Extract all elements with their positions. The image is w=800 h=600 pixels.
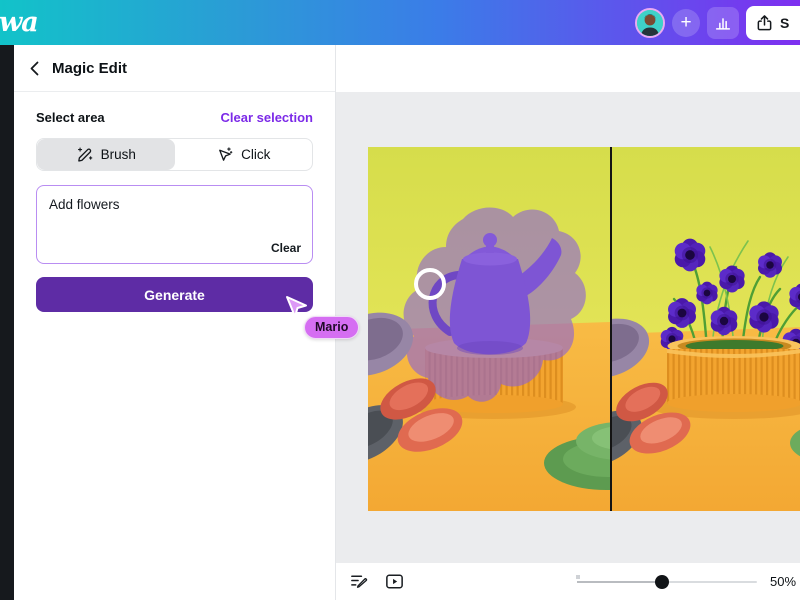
topbar-actions: + S	[635, 6, 800, 40]
zoom-slider-thumb[interactable]	[655, 575, 669, 589]
notes-icon	[349, 571, 370, 592]
top-navbar: wa +	[0, 0, 800, 45]
magic-edit-panel: Magic Edit Select area Clear selection B…	[14, 45, 336, 600]
selection-tool-toggle: Brush Click	[36, 138, 313, 171]
add-collaborator-button[interactable]: +	[672, 9, 700, 37]
back-chevron-icon[interactable]	[30, 61, 39, 76]
after-image-flowers[interactable]	[612, 147, 800, 511]
select-area-row: Select area Clear selection	[36, 110, 313, 125]
prompt-input[interactable]: Add flowers	[37, 186, 312, 238]
panel-body: Select area Clear selection Brush	[14, 92, 335, 312]
zoom-slider-track[interactable]	[577, 581, 757, 583]
brush-tool-button[interactable]: Brush	[37, 139, 175, 170]
before-image-teapot[interactable]	[368, 147, 610, 511]
plus-icon: +	[680, 13, 691, 32]
zoom-slider-fill	[577, 581, 662, 583]
prompt-clear-button[interactable]: Clear	[271, 241, 301, 255]
magic-brush-icon	[76, 146, 93, 163]
collapsed-sidebar-rail[interactable]	[0, 45, 14, 600]
slider-start-tick	[576, 575, 580, 579]
footer-toolbar: 50%	[336, 563, 800, 600]
canvas-toolbar	[336, 45, 800, 92]
canva-logo: wa	[0, 0, 38, 45]
play-icon	[384, 571, 405, 592]
zoom-control: 50%	[577, 574, 798, 589]
click-tool-button[interactable]: Click	[175, 139, 313, 170]
share-export-icon	[756, 14, 773, 32]
notes-button[interactable]	[348, 571, 370, 593]
canvas-area: 50%	[336, 45, 800, 600]
share-label: S	[780, 15, 789, 31]
brush-tool-label: Brush	[101, 147, 136, 162]
magic-click-icon	[216, 146, 233, 163]
share-button[interactable]: S	[746, 6, 800, 40]
canvas-background[interactable]	[336, 92, 800, 563]
present-button[interactable]	[383, 571, 405, 593]
bar-chart-icon	[714, 14, 732, 32]
panel-header: Magic Edit	[14, 45, 335, 92]
clear-selection-link[interactable]: Clear selection	[221, 110, 314, 125]
avatar-image	[637, 10, 663, 36]
app-window: wa +	[0, 0, 800, 600]
avatar[interactable]	[635, 8, 665, 38]
insights-button[interactable]	[707, 7, 739, 39]
design-artboard[interactable]	[368, 147, 800, 511]
zoom-percentage: 50%	[770, 574, 798, 589]
generate-button[interactable]: Generate	[36, 277, 313, 312]
prompt-box: Add flowers Clear	[36, 185, 313, 264]
click-tool-label: Click	[241, 147, 270, 162]
select-area-label: Select area	[36, 110, 105, 125]
panel-title: Magic Edit	[52, 60, 127, 77]
